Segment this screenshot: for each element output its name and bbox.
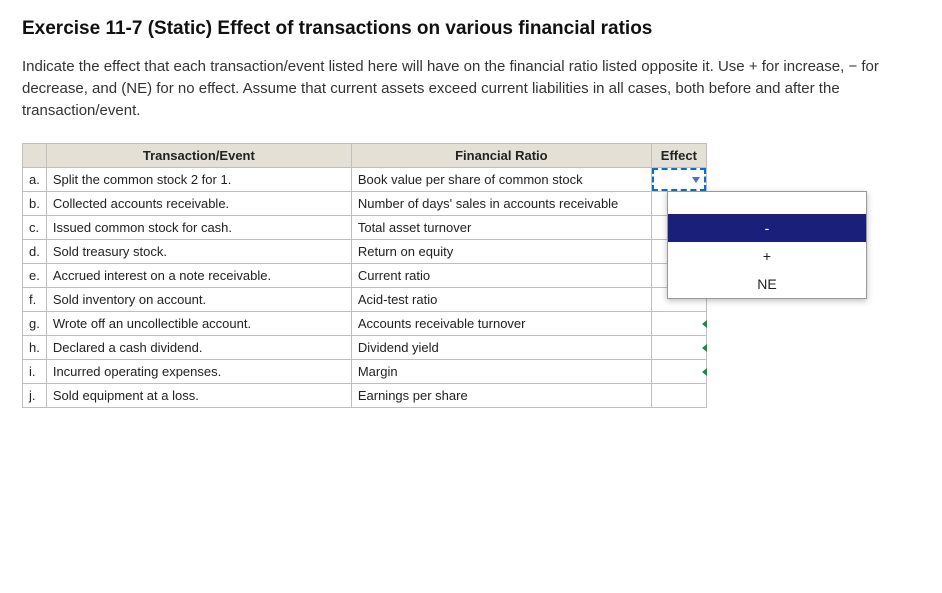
row-letter: h. (23, 336, 47, 360)
effect-dropdown-menu[interactable]: -+NE (667, 191, 867, 299)
effect-cell[interactable] (651, 360, 706, 384)
row-transaction: Accrued interest on a note receivable. (46, 264, 351, 288)
row-ratio: Number of days' sales in accounts receiv… (351, 192, 651, 216)
header-ratio: Financial Ratio (351, 144, 651, 168)
chevron-down-icon (692, 177, 700, 183)
row-letter: i. (23, 360, 47, 384)
effect-cell[interactable] (651, 336, 706, 360)
table-row: g.Wrote off an uncollectible account.Acc… (23, 312, 707, 336)
dropdown-option[interactable] (668, 192, 866, 214)
header-corner (23, 144, 47, 168)
row-letter: e. (23, 264, 47, 288)
row-transaction: Wrote off an uncollectible account. (46, 312, 351, 336)
row-transaction: Sold treasury stock. (46, 240, 351, 264)
row-ratio: Earnings per share (351, 384, 651, 408)
row-ratio: Book value per share of common stock (351, 168, 651, 192)
row-transaction: Sold equipment at a loss. (46, 384, 351, 408)
row-letter: d. (23, 240, 47, 264)
row-ratio: Current ratio (351, 264, 651, 288)
row-transaction: Split the common stock 2 for 1. (46, 168, 351, 192)
row-transaction: Collected accounts receivable. (46, 192, 351, 216)
row-ratio: Acid-test ratio (351, 288, 651, 312)
exercise-table: Transaction/Event Financial Ratio Effect… (22, 143, 707, 408)
row-transaction: Declared a cash dividend. (46, 336, 351, 360)
effect-cell[interactable] (651, 168, 706, 192)
page-title: Exercise 11-7 (Static) Effect of transac… (22, 18, 920, 40)
indicator-icon (702, 344, 707, 352)
table-row: a.Split the common stock 2 for 1.Book va… (23, 168, 707, 192)
header-effect: Effect (651, 144, 706, 168)
table-row: c.Issued common stock for cash.Total ass… (23, 216, 707, 240)
header-transaction: Transaction/Event (46, 144, 351, 168)
row-ratio: Accounts receivable turnover (351, 312, 651, 336)
dropdown-option[interactable]: - (668, 214, 866, 242)
effect-dropdown[interactable] (652, 168, 706, 191)
row-ratio: Margin (351, 360, 651, 384)
indicator-icon (702, 368, 707, 376)
row-transaction: Incurred operating expenses. (46, 360, 351, 384)
row-letter: b. (23, 192, 47, 216)
row-letter: j. (23, 384, 47, 408)
effect-cell[interactable] (651, 384, 706, 408)
row-transaction: Issued common stock for cash. (46, 216, 351, 240)
table-row: e.Accrued interest on a note receivable.… (23, 264, 707, 288)
row-ratio: Dividend yield (351, 336, 651, 360)
table-row: b.Collected accounts receivable.Number o… (23, 192, 707, 216)
indicator-icon (702, 320, 707, 328)
exercise-table-wrap: Transaction/Event Financial Ratio Effect… (22, 143, 920, 408)
row-transaction: Sold inventory on account. (46, 288, 351, 312)
dropdown-option[interactable]: NE (668, 270, 866, 298)
row-ratio: Return on equity (351, 240, 651, 264)
table-row: h.Declared a cash dividend.Dividend yiel… (23, 336, 707, 360)
row-letter: f. (23, 288, 47, 312)
row-letter: c. (23, 216, 47, 240)
dropdown-option[interactable]: + (668, 242, 866, 270)
table-row: f.Sold inventory on account.Acid-test ra… (23, 288, 707, 312)
row-letter: a. (23, 168, 47, 192)
table-row: j.Sold equipment at a loss.Earnings per … (23, 384, 707, 408)
effect-cell[interactable] (651, 312, 706, 336)
row-letter: g. (23, 312, 47, 336)
table-body: a.Split the common stock 2 for 1.Book va… (23, 168, 707, 408)
row-ratio: Total asset turnover (351, 216, 651, 240)
table-row: i.Incurred operating expenses.Margin (23, 360, 707, 384)
table-row: d.Sold treasury stock.Return on equity (23, 240, 707, 264)
instructions-text: Indicate the effect that each transactio… (22, 56, 920, 121)
